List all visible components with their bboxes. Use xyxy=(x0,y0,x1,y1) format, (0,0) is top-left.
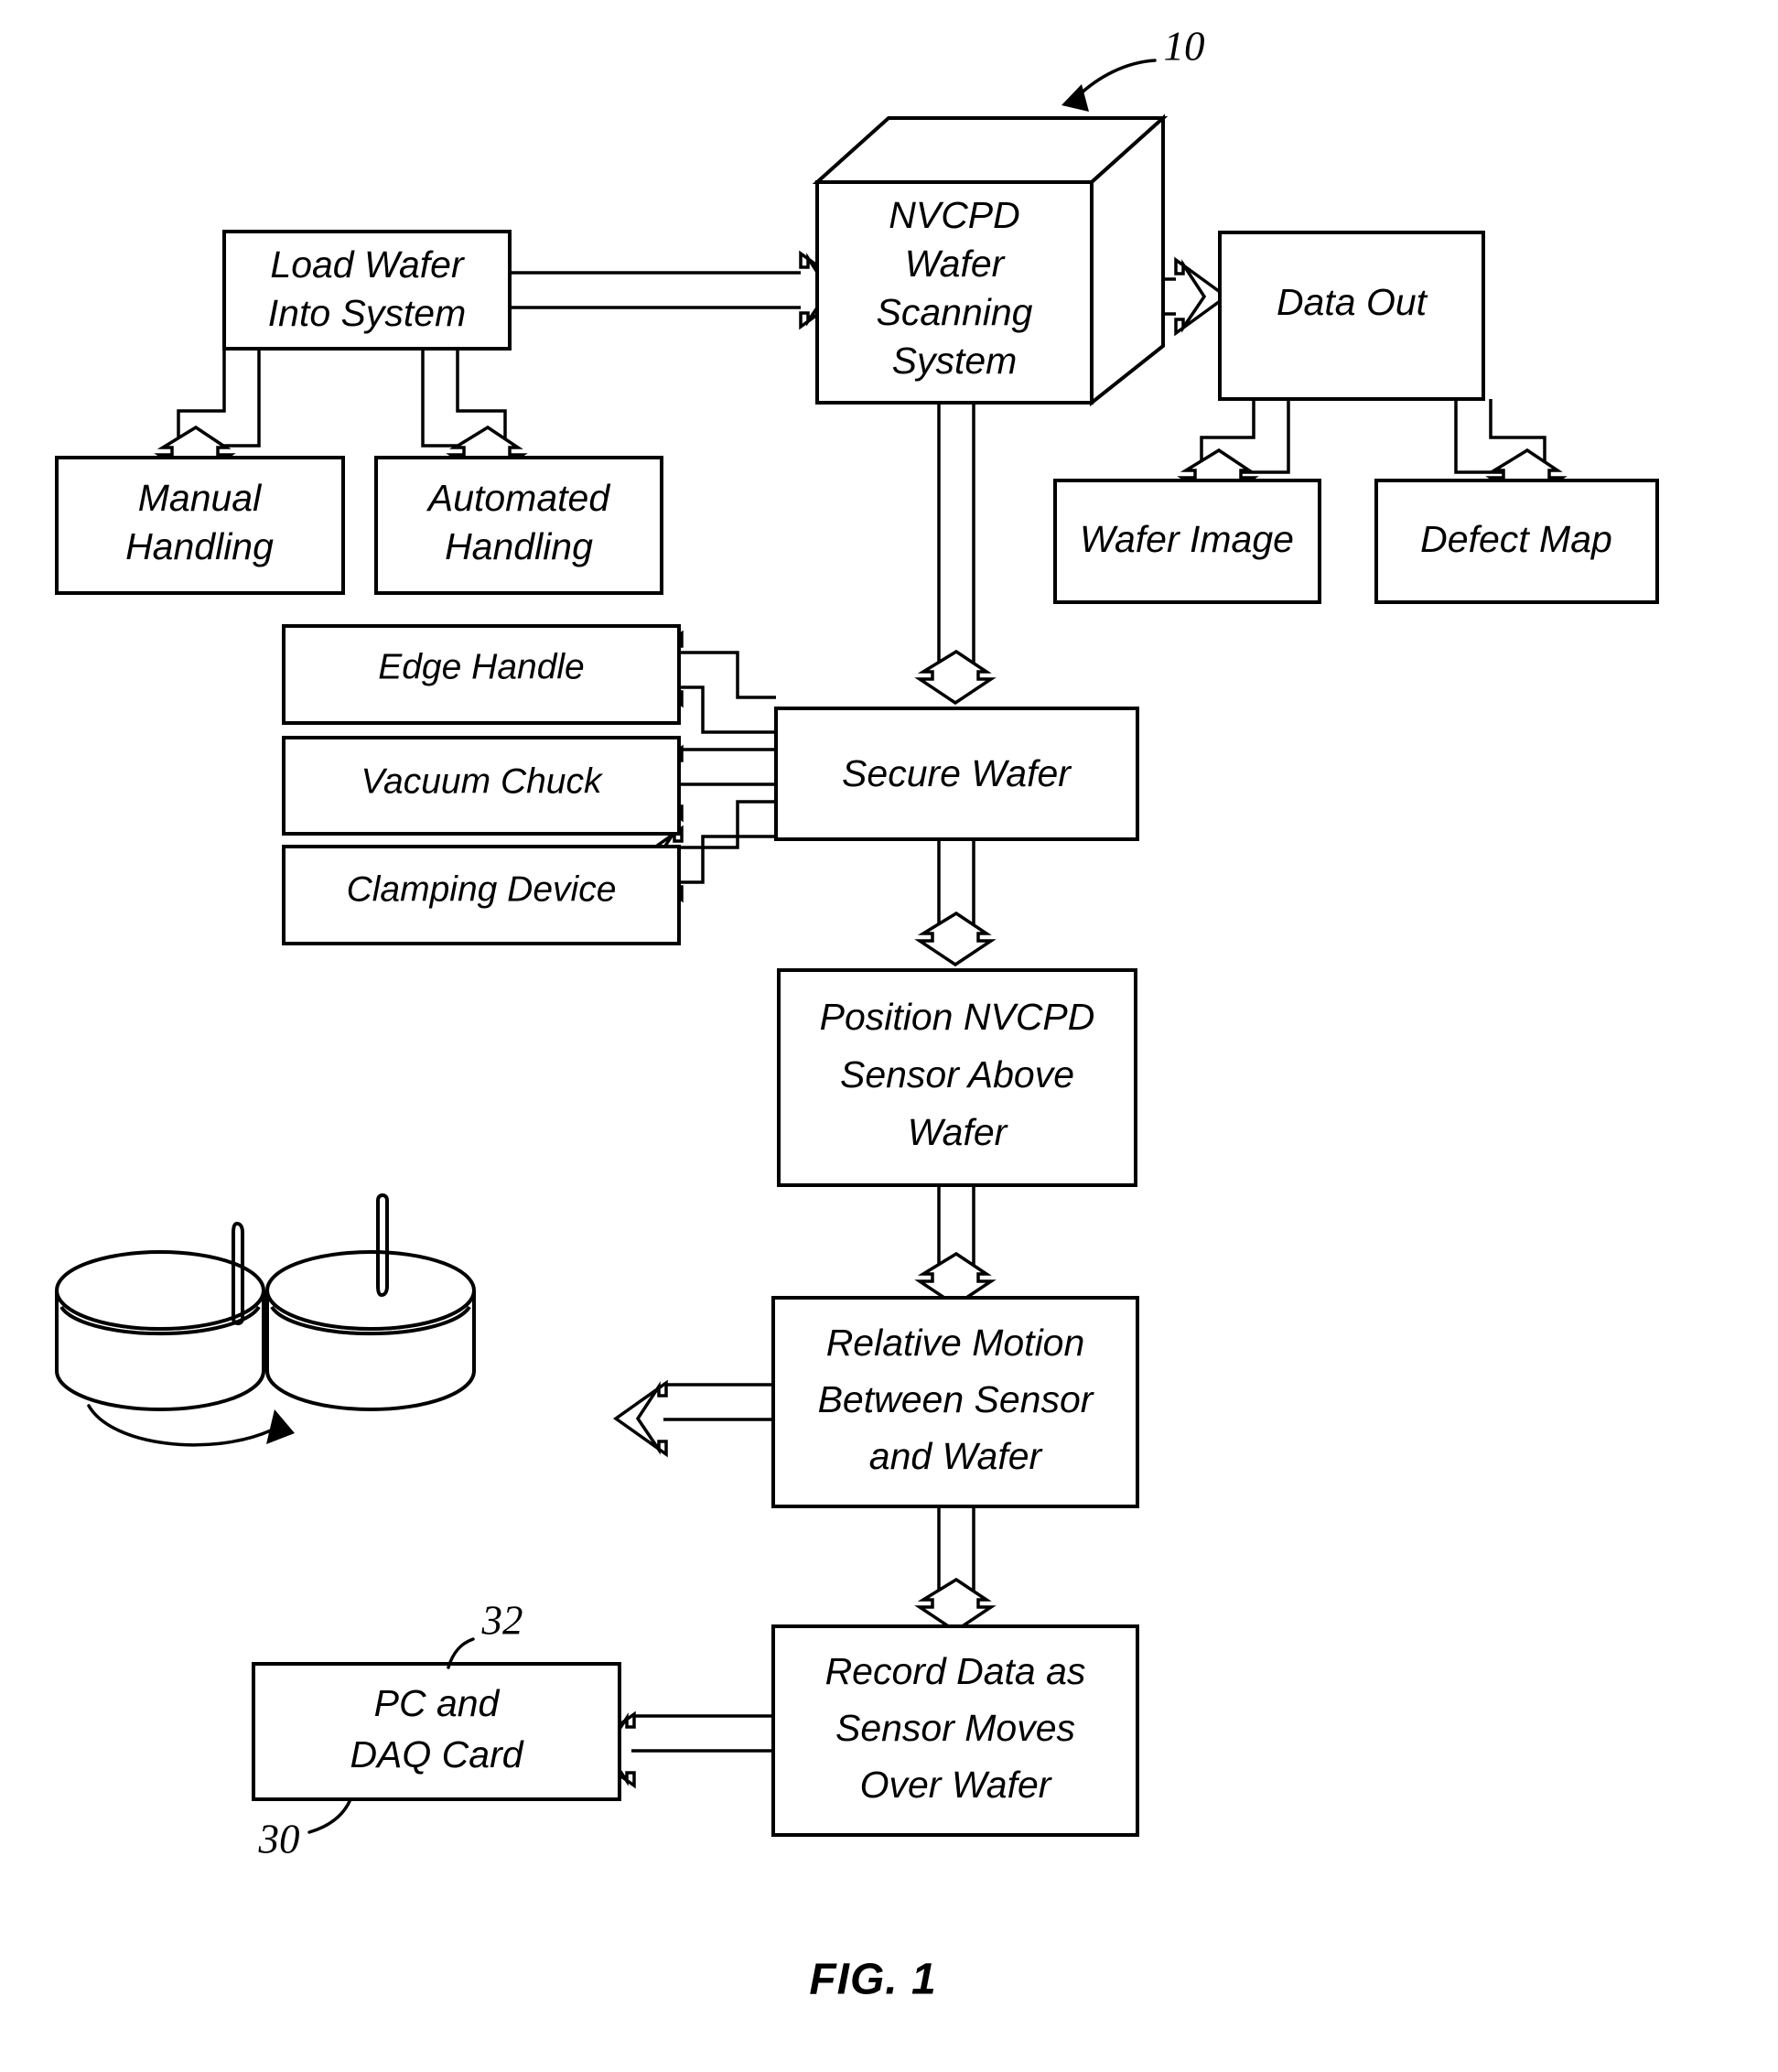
node-record-data-line-1: Sensor Moves xyxy=(835,1707,1075,1749)
node-pc-daq-line-0: PC and xyxy=(374,1682,501,1724)
node-position-sensor[interactable]: Position NVCPD Sensor Above Wafer xyxy=(777,968,1137,1187)
reference-number-30: 30 xyxy=(258,1816,300,1862)
node-data-out[interactable]: Data Out xyxy=(1218,231,1485,401)
node-relative-motion[interactable]: Relative Motion Between Sensor and Wafer xyxy=(771,1296,1139,1508)
node-record-data-line-2: Over Wafer xyxy=(860,1764,1053,1806)
reference-leader-30: 30 xyxy=(258,1797,352,1862)
flowchart-canvas: Load Wafer Into System NVCPD Wafer Scann… xyxy=(55,23,1659,2004)
reference-number-10: 10 xyxy=(1164,23,1205,69)
node-nvcpd-line-1: Wafer xyxy=(905,243,1007,285)
node-nvcpd-system[interactable]: NVCPD Wafer Scanning System xyxy=(812,113,1169,407)
reference-leader-10: 10 xyxy=(1061,23,1205,112)
connector-relativemotion-to-wafers xyxy=(612,1379,773,1458)
node-edge-handle[interactable]: Edge Handle xyxy=(282,624,681,725)
connector-secure-to-position xyxy=(914,839,997,967)
node-position-line-1: Sensor Above xyxy=(840,1053,1074,1095)
wafer-cylinder-translating xyxy=(265,1192,476,1411)
connector-position-to-relativemotion xyxy=(914,1185,997,1308)
node-secure-wafer[interactable]: Secure Wafer xyxy=(774,707,1139,841)
node-automated-line-0: Automated xyxy=(426,477,610,519)
node-automated-handling[interactable]: Automated Handling xyxy=(374,456,663,595)
node-clamping-device-line-0: Clamping Device xyxy=(347,869,617,909)
node-record-data[interactable]: Record Data as Sensor Moves Over Wafer xyxy=(771,1624,1139,1837)
connector-load-to-nvcpd xyxy=(510,250,854,330)
node-automated-line-1: Handling xyxy=(445,525,593,567)
figure-caption: FIG. 1 xyxy=(809,1956,936,2004)
patent-figure: Load Wafer Into System NVCPD Wafer Scann… xyxy=(0,0,1778,2072)
node-load-wafer[interactable]: Load Wafer Into System xyxy=(222,230,512,351)
node-pc-daq-line-1: DAQ Card xyxy=(350,1733,523,1775)
wafer-cylinder-rotating xyxy=(55,1221,295,1447)
node-manual-line-1: Handling xyxy=(125,525,274,567)
node-wafer-image[interactable]: Wafer Image xyxy=(1053,479,1321,604)
node-load-wafer-line-1: Into System xyxy=(268,292,466,334)
node-relative-motion-line-2: and Wafer xyxy=(869,1435,1044,1477)
node-record-data-line-0: Record Data as xyxy=(825,1650,1086,1692)
node-wafer-image-line-0: Wafer Image xyxy=(1080,518,1294,560)
node-vacuum-chuck[interactable]: Vacuum Chuck xyxy=(282,736,681,836)
node-secure-wafer-line-0: Secure Wafer xyxy=(842,752,1072,794)
node-defect-map-line-0: Defect Map xyxy=(1420,518,1612,560)
node-manual-handling[interactable]: Manual Handling xyxy=(55,456,345,595)
node-position-line-0: Position NVCPD xyxy=(820,996,1095,1038)
connector-nvcpd-to-secure xyxy=(914,403,997,706)
node-vacuum-chuck-line-0: Vacuum Chuck xyxy=(361,761,604,801)
node-nvcpd-line-2: Scanning xyxy=(877,291,1033,333)
connector-relativemotion-to-recorddata xyxy=(914,1506,997,1634)
node-edge-handle-line-0: Edge Handle xyxy=(378,647,585,686)
node-pc-daq-card[interactable]: PC and DAQ Card xyxy=(252,1662,621,1801)
node-relative-motion-line-1: Between Sensor xyxy=(818,1378,1095,1420)
node-position-line-2: Wafer xyxy=(908,1111,1009,1153)
node-load-wafer-line-0: Load Wafer xyxy=(270,243,466,286)
node-nvcpd-line-3: System xyxy=(892,340,1018,382)
node-clamping-device[interactable]: Clamping Device xyxy=(282,845,681,945)
reference-leader-32: 32 xyxy=(447,1597,523,1669)
node-manual-line-0: Manual xyxy=(138,477,263,519)
node-nvcpd-line-0: NVCPD xyxy=(889,194,1020,236)
node-data-out-line-0: Data Out xyxy=(1277,281,1428,323)
node-defect-map[interactable]: Defect Map xyxy=(1374,479,1659,604)
node-relative-motion-line-0: Relative Motion xyxy=(826,1322,1085,1364)
reference-number-32: 32 xyxy=(481,1597,523,1643)
